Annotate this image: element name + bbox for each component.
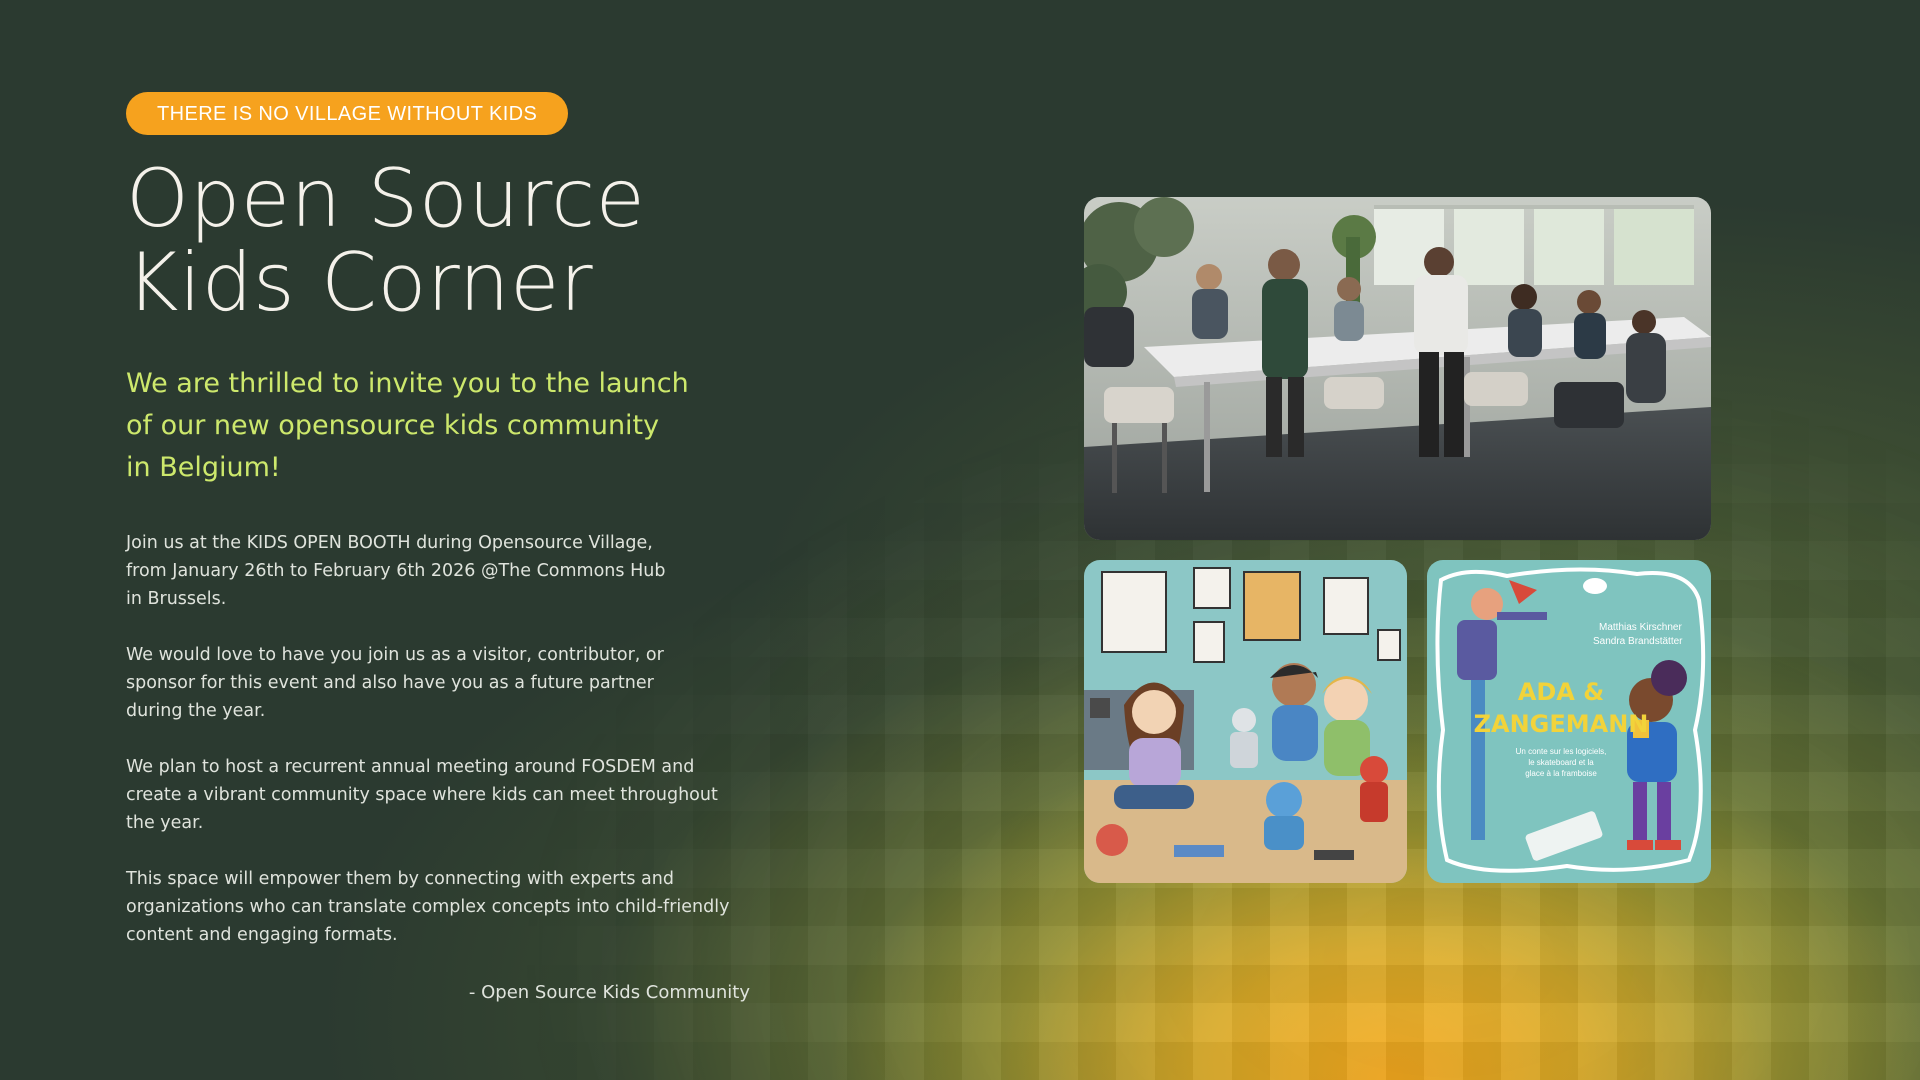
classroom-photo-graphic	[1084, 197, 1711, 540]
paragraph-invitation: We would love to have you join us as a v…	[126, 641, 736, 725]
paragraph-line: create a vibrant community space where k…	[126, 785, 718, 805]
paragraph-event-details: Join us at the KIDS OPEN BOOTH during Op…	[126, 529, 696, 613]
tagline-pill: THERE IS NO VILLAGE WITHOUT KIDS	[126, 92, 569, 135]
paragraph-plan: We plan to host a recurrent annual meeti…	[126, 753, 736, 837]
classroom-photo	[1084, 197, 1711, 540]
page-title-line-2: Kids Corner	[126, 236, 594, 329]
paragraph-line: during the year.	[126, 701, 266, 721]
book-title-line-2: ZANGEMANN	[1474, 710, 1649, 738]
book-title-line-1: ADA &	[1518, 678, 1604, 706]
signature: - Open Source Kids Community	[468, 982, 750, 1003]
book-author-1: Matthias Kirschner	[1599, 622, 1682, 633]
page-title: Open Source Kids Corner	[126, 157, 766, 325]
ada-zangemann-book-cover: Matthias Kirschner Sandra Brandstätter A…	[1427, 560, 1711, 883]
paragraph-line: the year.	[126, 813, 204, 833]
book-cover-graphic: Matthias Kirschner Sandra Brandstätter A…	[1427, 560, 1711, 883]
paragraph-line: This space will empower them by connecti…	[126, 869, 674, 889]
subtitle-line-1: We are thrilled to invite you to the lau…	[126, 368, 689, 399]
paragraph-line: organizations who can translate complex …	[126, 897, 730, 917]
book-author-2: Sandra Brandstätter	[1593, 636, 1683, 647]
book-tagline-2: le skateboard et la	[1528, 758, 1594, 767]
book-tagline-3: glace à la framboise	[1525, 769, 1597, 778]
subtitle-line-2: of our new opensource kids community	[126, 410, 660, 441]
paragraph-empower: This space will empower them by connecti…	[126, 865, 736, 949]
book-tagline-1: Un conte sur les logiciels,	[1516, 747, 1607, 756]
paragraph-line: We plan to host a recurrent annual meeti…	[126, 757, 695, 777]
paragraph-line: Join us at the KIDS OPEN BOOTH during Op…	[126, 533, 653, 553]
paragraph-line: from January 26th to February 6th 2026 @…	[126, 561, 666, 581]
kids-robots-illustration	[1084, 560, 1407, 883]
kids-robots-graphic	[1084, 560, 1407, 883]
invitation-subtitle: We are thrilled to invite you to the lau…	[126, 363, 706, 489]
subtitle-line-3: in Belgium!	[126, 452, 281, 483]
paragraph-line: We would love to have you join us as a v…	[126, 645, 664, 665]
paragraph-line: content and engaging formats.	[126, 925, 398, 945]
paragraph-line: sponsor for this event and also have you…	[126, 673, 654, 693]
page-title-line-1: Open Source	[126, 152, 646, 245]
text-column: THERE IS NO VILLAGE WITHOUT KIDS Open So…	[126, 92, 766, 1007]
paragraph-line: in Brussels.	[126, 589, 227, 609]
